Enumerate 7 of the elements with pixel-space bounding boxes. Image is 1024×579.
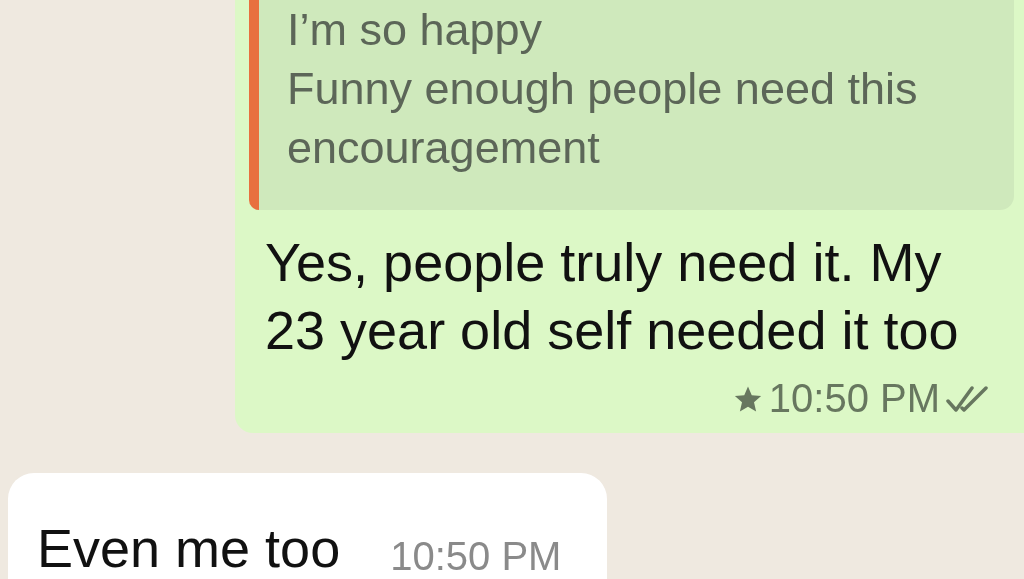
message-text: Yes, people truly need it. My 23 year old self needed it too [264, 231, 960, 362]
message-time: 10:50 PM [768, 376, 940, 421]
quoted-message[interactable]: I’m so happy Funny enough people need this encouragement [249, 0, 1014, 210]
message-text: Even me too [37, 517, 341, 579]
quoted-text: Funny enough people need this encouragement [287, 62, 919, 175]
message-time: 10:50 PM [390, 534, 562, 579]
quoted-text: I’m so happy [287, 3, 544, 57]
